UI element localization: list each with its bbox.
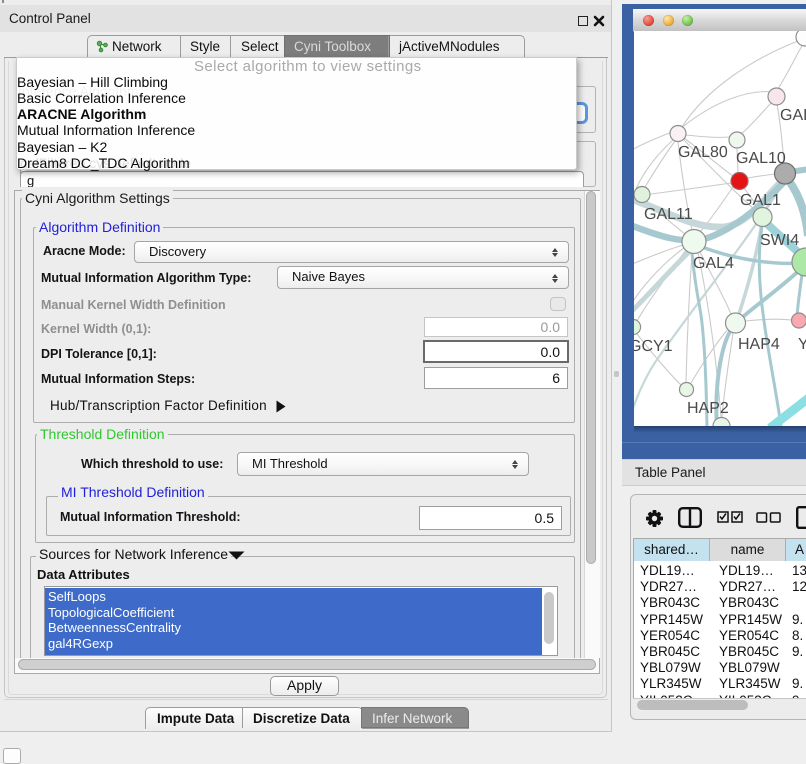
svg-text:GAL10: GAL10 [736, 150, 786, 167]
svg-text:HAP4: HAP4 [738, 336, 780, 353]
svg-text:YP: YP [798, 336, 806, 353]
svg-text:GAL7: GAL7 [780, 107, 806, 124]
svg-text:GAL80: GAL80 [678, 144, 728, 161]
svg-text:SWI4: SWI4 [760, 232, 799, 249]
svg-text:GAL1: GAL1 [740, 192, 781, 209]
svg-text:GAL11: GAL11 [644, 206, 693, 223]
svg-text:HAP2: HAP2 [687, 400, 729, 417]
svg-text:GCY1: GCY1 [634, 338, 673, 355]
svg-text:GAL4: GAL4 [693, 255, 734, 272]
